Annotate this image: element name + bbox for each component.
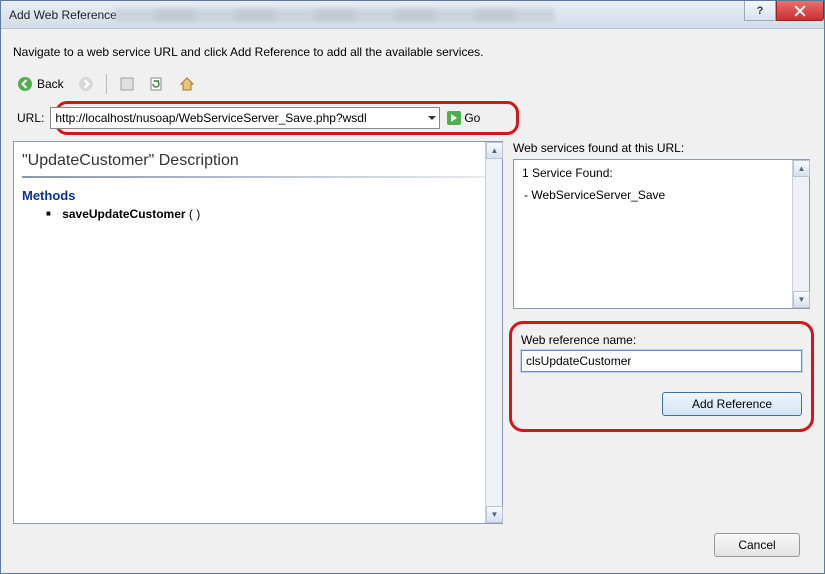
chevron-down-icon: ▼	[798, 295, 806, 304]
scroll-down-button[interactable]: ▼	[793, 291, 810, 308]
url-input-wrap	[50, 107, 440, 129]
description-content: "UpdateCustomer" Description Methods sav…	[14, 142, 502, 229]
url-row-container: URL: Go	[13, 101, 812, 135]
back-label: Back	[37, 77, 64, 91]
dialog-content: Navigate to a web service URL and click …	[1, 29, 824, 573]
forward-arrow-icon	[78, 76, 94, 92]
services-found-label: Web services found at this URL:	[513, 141, 810, 155]
refresh-icon	[149, 76, 165, 92]
right-pane: Web services found at this URL: 1 Servic…	[513, 141, 812, 524]
method-name: saveUpdateCustomer	[62, 207, 185, 221]
window-title: Add Web Reference	[9, 8, 117, 22]
scroll-down-button[interactable]: ▼	[486, 506, 503, 523]
scroll-up-button[interactable]: ▲	[793, 160, 810, 177]
help-button[interactable]: ?	[744, 1, 776, 21]
url-label: URL:	[17, 111, 44, 125]
chevron-up-icon: ▲	[798, 164, 806, 173]
description-divider	[22, 176, 494, 178]
titlebar[interactable]: Add Web Reference ?	[1, 1, 824, 29]
stop-button[interactable]	[115, 74, 139, 94]
back-arrow-icon	[17, 76, 33, 92]
methods-heading: Methods	[22, 188, 494, 203]
service-item[interactable]: - WebServiceServer_Save	[522, 188, 801, 202]
services-scrollbar[interactable]: ▲ ▼	[792, 160, 809, 308]
cancel-button[interactable]: Cancel	[714, 533, 800, 557]
titlebar-background-blur	[115, 8, 555, 22]
close-button[interactable]	[776, 1, 824, 21]
chevron-down-icon: ▼	[491, 510, 499, 519]
method-item[interactable]: saveUpdateCustomer ( )	[46, 207, 494, 221]
reference-name-input[interactable]	[521, 350, 802, 372]
reference-name-label: Web reference name:	[521, 333, 802, 347]
dialog-footer: Cancel	[13, 524, 812, 565]
go-arrow-icon	[446, 110, 462, 126]
go-button[interactable]: Go	[446, 110, 480, 126]
url-dropdown-button[interactable]	[426, 111, 438, 125]
description-scrollbar[interactable]: ▲ ▼	[485, 142, 502, 523]
go-label: Go	[464, 111, 480, 125]
url-row: URL: Go	[17, 107, 808, 129]
services-summary: 1 Service Found:	[522, 166, 801, 180]
instruction-text: Navigate to a web service URL and click …	[13, 39, 812, 71]
reference-section: Web reference name: Add Reference	[513, 327, 810, 428]
forward-button[interactable]	[74, 74, 98, 94]
url-input[interactable]	[50, 107, 440, 129]
close-icon	[794, 5, 806, 17]
service-description-title: "UpdateCustomer" Description	[22, 150, 494, 176]
refresh-button[interactable]	[145, 74, 169, 94]
stop-icon	[119, 76, 135, 92]
methods-list: saveUpdateCustomer ( )	[22, 207, 494, 221]
scroll-up-button[interactable]: ▲	[486, 142, 503, 159]
dialog-window: Add Web Reference ? Navigate to a web se…	[0, 0, 825, 574]
window-buttons: ?	[744, 1, 824, 21]
add-reference-row: Add Reference	[521, 392, 802, 416]
chevron-down-icon	[428, 114, 436, 122]
nav-toolbar: Back	[13, 71, 812, 97]
home-icon	[179, 76, 195, 92]
toolbar-separator	[106, 74, 107, 94]
method-signature: ( )	[189, 207, 200, 221]
main-split: "UpdateCustomer" Description Methods sav…	[13, 141, 812, 524]
services-listbox[interactable]: 1 Service Found: - WebServiceServer_Save…	[513, 159, 810, 309]
add-reference-button[interactable]: Add Reference	[662, 392, 802, 416]
description-pane: "UpdateCustomer" Description Methods sav…	[13, 141, 503, 524]
back-button[interactable]: Back	[13, 74, 68, 94]
chevron-up-icon: ▲	[491, 146, 499, 155]
home-button[interactable]	[175, 74, 199, 94]
